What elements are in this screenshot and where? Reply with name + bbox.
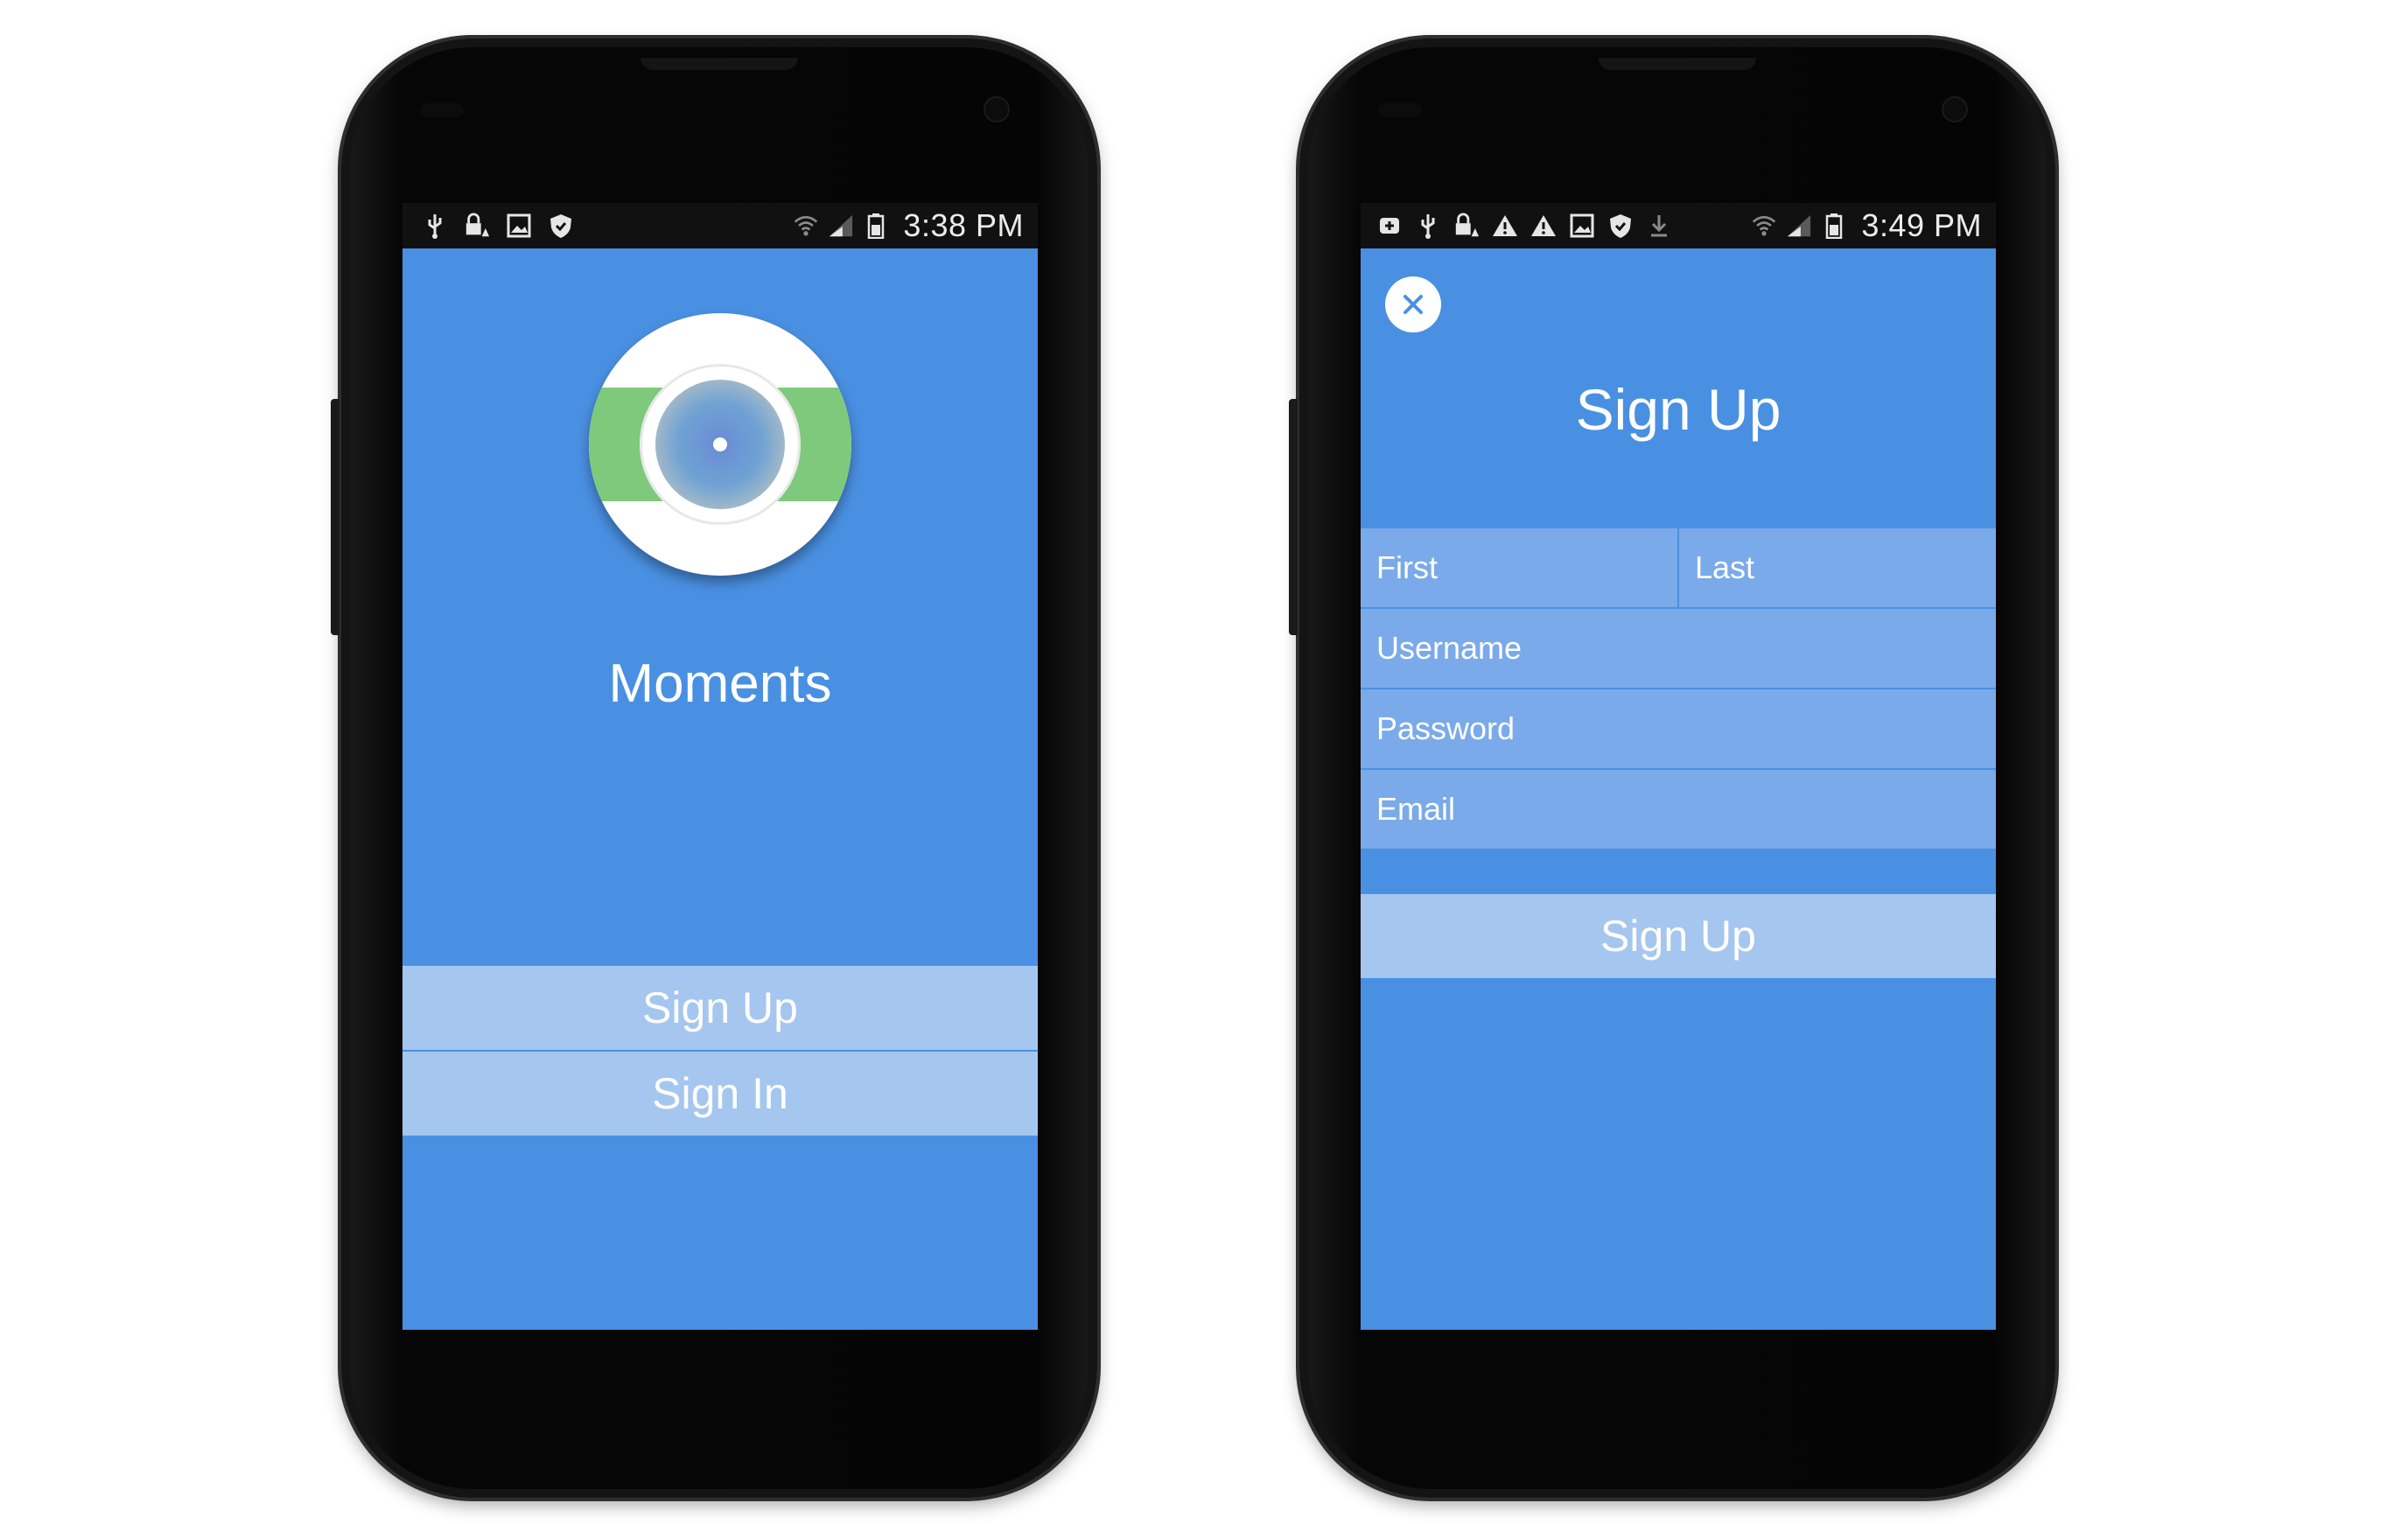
download-icon	[1646, 213, 1672, 239]
email-field[interactable]: Email	[1361, 770, 1996, 849]
sign-up-button[interactable]: Sign Up	[402, 966, 1038, 1050]
signal-icon	[1786, 213, 1812, 239]
username-field[interactable]: Username	[1361, 609, 1996, 688]
volume-button	[1289, 399, 1298, 635]
status-time: 3:49 PM	[1861, 207, 1982, 243]
signal-icon	[828, 213, 854, 239]
lock-warning-icon	[464, 213, 490, 239]
usb-icon	[422, 213, 448, 239]
sign-up-screen: 3:49 PM Sign Up First Last Username Pass…	[1361, 203, 1996, 1330]
battery-icon	[1821, 213, 1847, 239]
image-icon	[506, 213, 532, 239]
close-button[interactable]	[1385, 276, 1441, 332]
front-camera	[1942, 96, 1968, 122]
wifi-icon	[1751, 213, 1777, 239]
lock-warning-icon	[1453, 213, 1480, 239]
submit-sign-up-button[interactable]: Sign Up	[1361, 894, 1996, 978]
front-camera	[984, 96, 1010, 122]
first-name-field[interactable]: First	[1361, 528, 1677, 607]
status-bar: 3:38 PM	[402, 203, 1038, 248]
page-title: Sign Up	[1575, 377, 1782, 442]
sign-in-button[interactable]: Sign In	[402, 1052, 1038, 1136]
last-name-field[interactable]: Last	[1679, 528, 1996, 607]
shield-icon	[548, 213, 574, 239]
wifi-icon	[793, 213, 819, 239]
battery-icon	[863, 213, 889, 239]
proximity-sensor	[420, 103, 464, 117]
earpiece-speaker	[640, 58, 798, 70]
status-time: 3:38 PM	[903, 207, 1024, 243]
proximity-sensor	[1378, 103, 1422, 117]
close-icon	[1404, 295, 1423, 314]
warning-icon	[1530, 213, 1557, 239]
status-bar: 3:49 PM	[1361, 203, 1996, 248]
shield-icon	[1607, 213, 1634, 239]
warning-icon	[1492, 213, 1518, 239]
add-icon	[1376, 213, 1403, 239]
welcome-screen: 3:38 PM Moments Sign Up Sign In	[402, 203, 1038, 1330]
app-title: Moments	[608, 654, 832, 714]
image-icon	[1569, 213, 1595, 239]
camera-logo-icon	[589, 313, 851, 576]
volume-button	[331, 399, 340, 635]
password-field[interactable]: Password	[1361, 689, 1996, 768]
usb-icon	[1415, 213, 1441, 239]
logo-lens-dot	[713, 437, 727, 451]
earpiece-speaker	[1599, 58, 1756, 70]
phone-device-right: 3:49 PM Sign Up First Last Username Pass…	[1289, 38, 2055, 1498]
phone-device-left: 3:38 PM Moments Sign Up Sign In	[331, 38, 1097, 1498]
